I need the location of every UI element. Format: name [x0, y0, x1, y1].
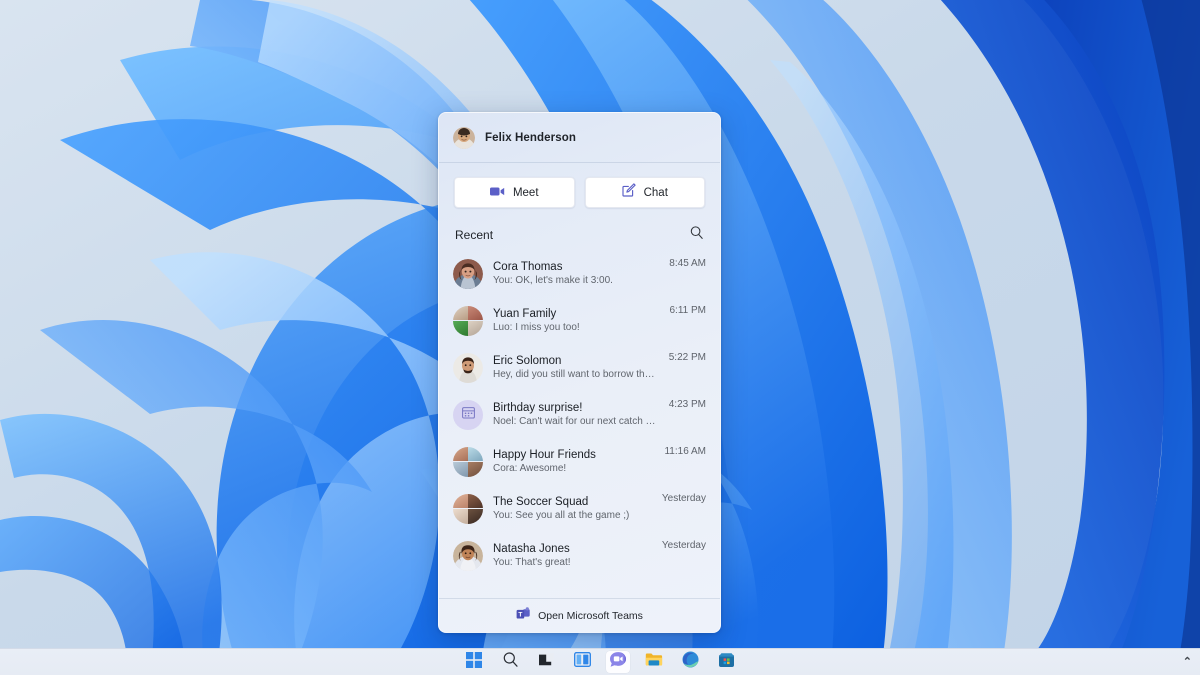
start-button[interactable]	[462, 651, 486, 673]
chat-title: Natasha Jones	[493, 543, 570, 555]
meet-button[interactable]: Meet	[454, 177, 575, 208]
recent-label: Recent	[455, 228, 494, 242]
flyout-action-buttons: Meet Chat	[439, 163, 720, 216]
meet-button-label: Meet	[512, 186, 539, 199]
chat-timestamp: Yesterday	[661, 540, 706, 551]
compose-message-icon	[622, 183, 636, 202]
chat-title: Cora Thomas	[493, 261, 563, 273]
chat-preview: Luo: I miss you too!	[493, 322, 580, 333]
chat-preview: Noel: Can't wait for our next catch up!	[493, 416, 659, 427]
table-row[interactable]: Happy Hour Friends Cora: Awesome! 11:16 …	[439, 438, 720, 485]
task-view-button[interactable]	[534, 651, 558, 673]
chat-title: Yuan Family	[493, 308, 557, 320]
yuan-family-group-avatar	[453, 305, 483, 336]
open-teams-label: Open Microsoft Teams	[538, 609, 643, 622]
natasha-jones-avatar	[453, 540, 483, 571]
recent-section-header: Recent	[439, 216, 720, 250]
table-row[interactable]: The Soccer Squad You: See you all at the…	[439, 485, 720, 532]
table-row[interactable]: Birthday surprise! Noel: Can't wait for …	[439, 391, 720, 438]
microsoft-store-icon	[718, 652, 735, 673]
open-microsoft-teams-link[interactable]: T Open Microsoft Teams	[439, 598, 720, 632]
table-row[interactable]: Eric Solomon Hey, did you still want to …	[439, 344, 720, 391]
windows-logo-icon	[466, 651, 482, 673]
taskbar-icon-group	[462, 651, 738, 673]
eric-solomon-avatar	[453, 352, 483, 383]
chat-preview: You: OK, let's make it 3:00.	[493, 275, 613, 286]
chat-preview: You: See you all at the game ;)	[493, 510, 630, 521]
microsoft-edge-icon	[682, 651, 699, 673]
chat-timestamp: Yesterday	[661, 493, 706, 504]
chat-timestamp: 5:22 PM	[668, 352, 706, 363]
chat-preview: Hey, did you still want to borrow the no…	[493, 369, 659, 380]
store-button[interactable]	[714, 651, 738, 673]
cora-thomas-avatar	[453, 258, 483, 289]
edge-button[interactable]	[678, 651, 702, 673]
chat-title: Eric Solomon	[493, 355, 562, 367]
chat-title: Happy Hour Friends	[493, 449, 596, 461]
soccer-squad-group-avatar	[453, 493, 483, 524]
search-icon	[502, 651, 519, 673]
chat-button[interactable]	[606, 651, 630, 673]
chat-timestamp: 11:16 AM	[664, 446, 706, 457]
birthday-calendar-avatar	[453, 399, 483, 430]
table-row[interactable]: Yuan Family Luo: I miss you too! 6:11 PM	[439, 297, 720, 344]
chat-button-label: Chat	[643, 186, 668, 199]
hidden-icons-chevron-icon[interactable]: ⌃	[1183, 657, 1192, 668]
chat-timestamp: 8:45 AM	[669, 258, 706, 269]
file-explorer-button[interactable]	[642, 651, 666, 673]
calendar-icon	[461, 405, 476, 425]
task-view-icon	[538, 652, 555, 672]
flyout-header: Felix Henderson	[439, 113, 720, 163]
table-row[interactable]: Natasha Jones You: That's great! Yesterd…	[439, 532, 720, 579]
file-explorer-icon	[645, 652, 663, 672]
microsoft-teams-logo-icon: T	[516, 606, 530, 625]
chat-title: The Soccer Squad	[493, 496, 589, 508]
chat-timestamp: 6:11 PM	[669, 305, 707, 316]
current-user-name: Felix Henderson	[485, 131, 576, 144]
felix-henderson-avatar	[453, 126, 475, 149]
table-row[interactable]: Cora Thomas You: OK, let's make it 3:00.…	[439, 250, 720, 297]
teams-chat-flyout-panel[interactable]: Felix Henderson Meet Chat Recent Cora Th…	[438, 112, 721, 633]
search-icon[interactable]	[689, 225, 704, 245]
happy-hour-friends-group-avatar	[453, 446, 483, 477]
system-tray: ⌃	[1183, 649, 1192, 675]
recent-chats-list[interactable]: Cora Thomas You: OK, let's make it 3:00.…	[439, 250, 720, 598]
chat-preview: Cora: Awesome!	[493, 463, 567, 474]
teams-chat-icon	[609, 651, 627, 673]
chat-title: Birthday surprise!	[493, 402, 583, 414]
chat-button[interactable]: Chat	[584, 177, 705, 208]
widgets-icon	[573, 652, 591, 672]
chat-timestamp: 4:23 PM	[668, 399, 706, 410]
chat-preview: You: That's great!	[493, 557, 571, 568]
video-camera-icon	[489, 184, 505, 202]
search-button[interactable]	[498, 651, 522, 673]
taskbar: ⌃	[0, 648, 1200, 675]
widgets-button[interactable]	[570, 651, 594, 673]
svg-text:T: T	[518, 611, 522, 618]
